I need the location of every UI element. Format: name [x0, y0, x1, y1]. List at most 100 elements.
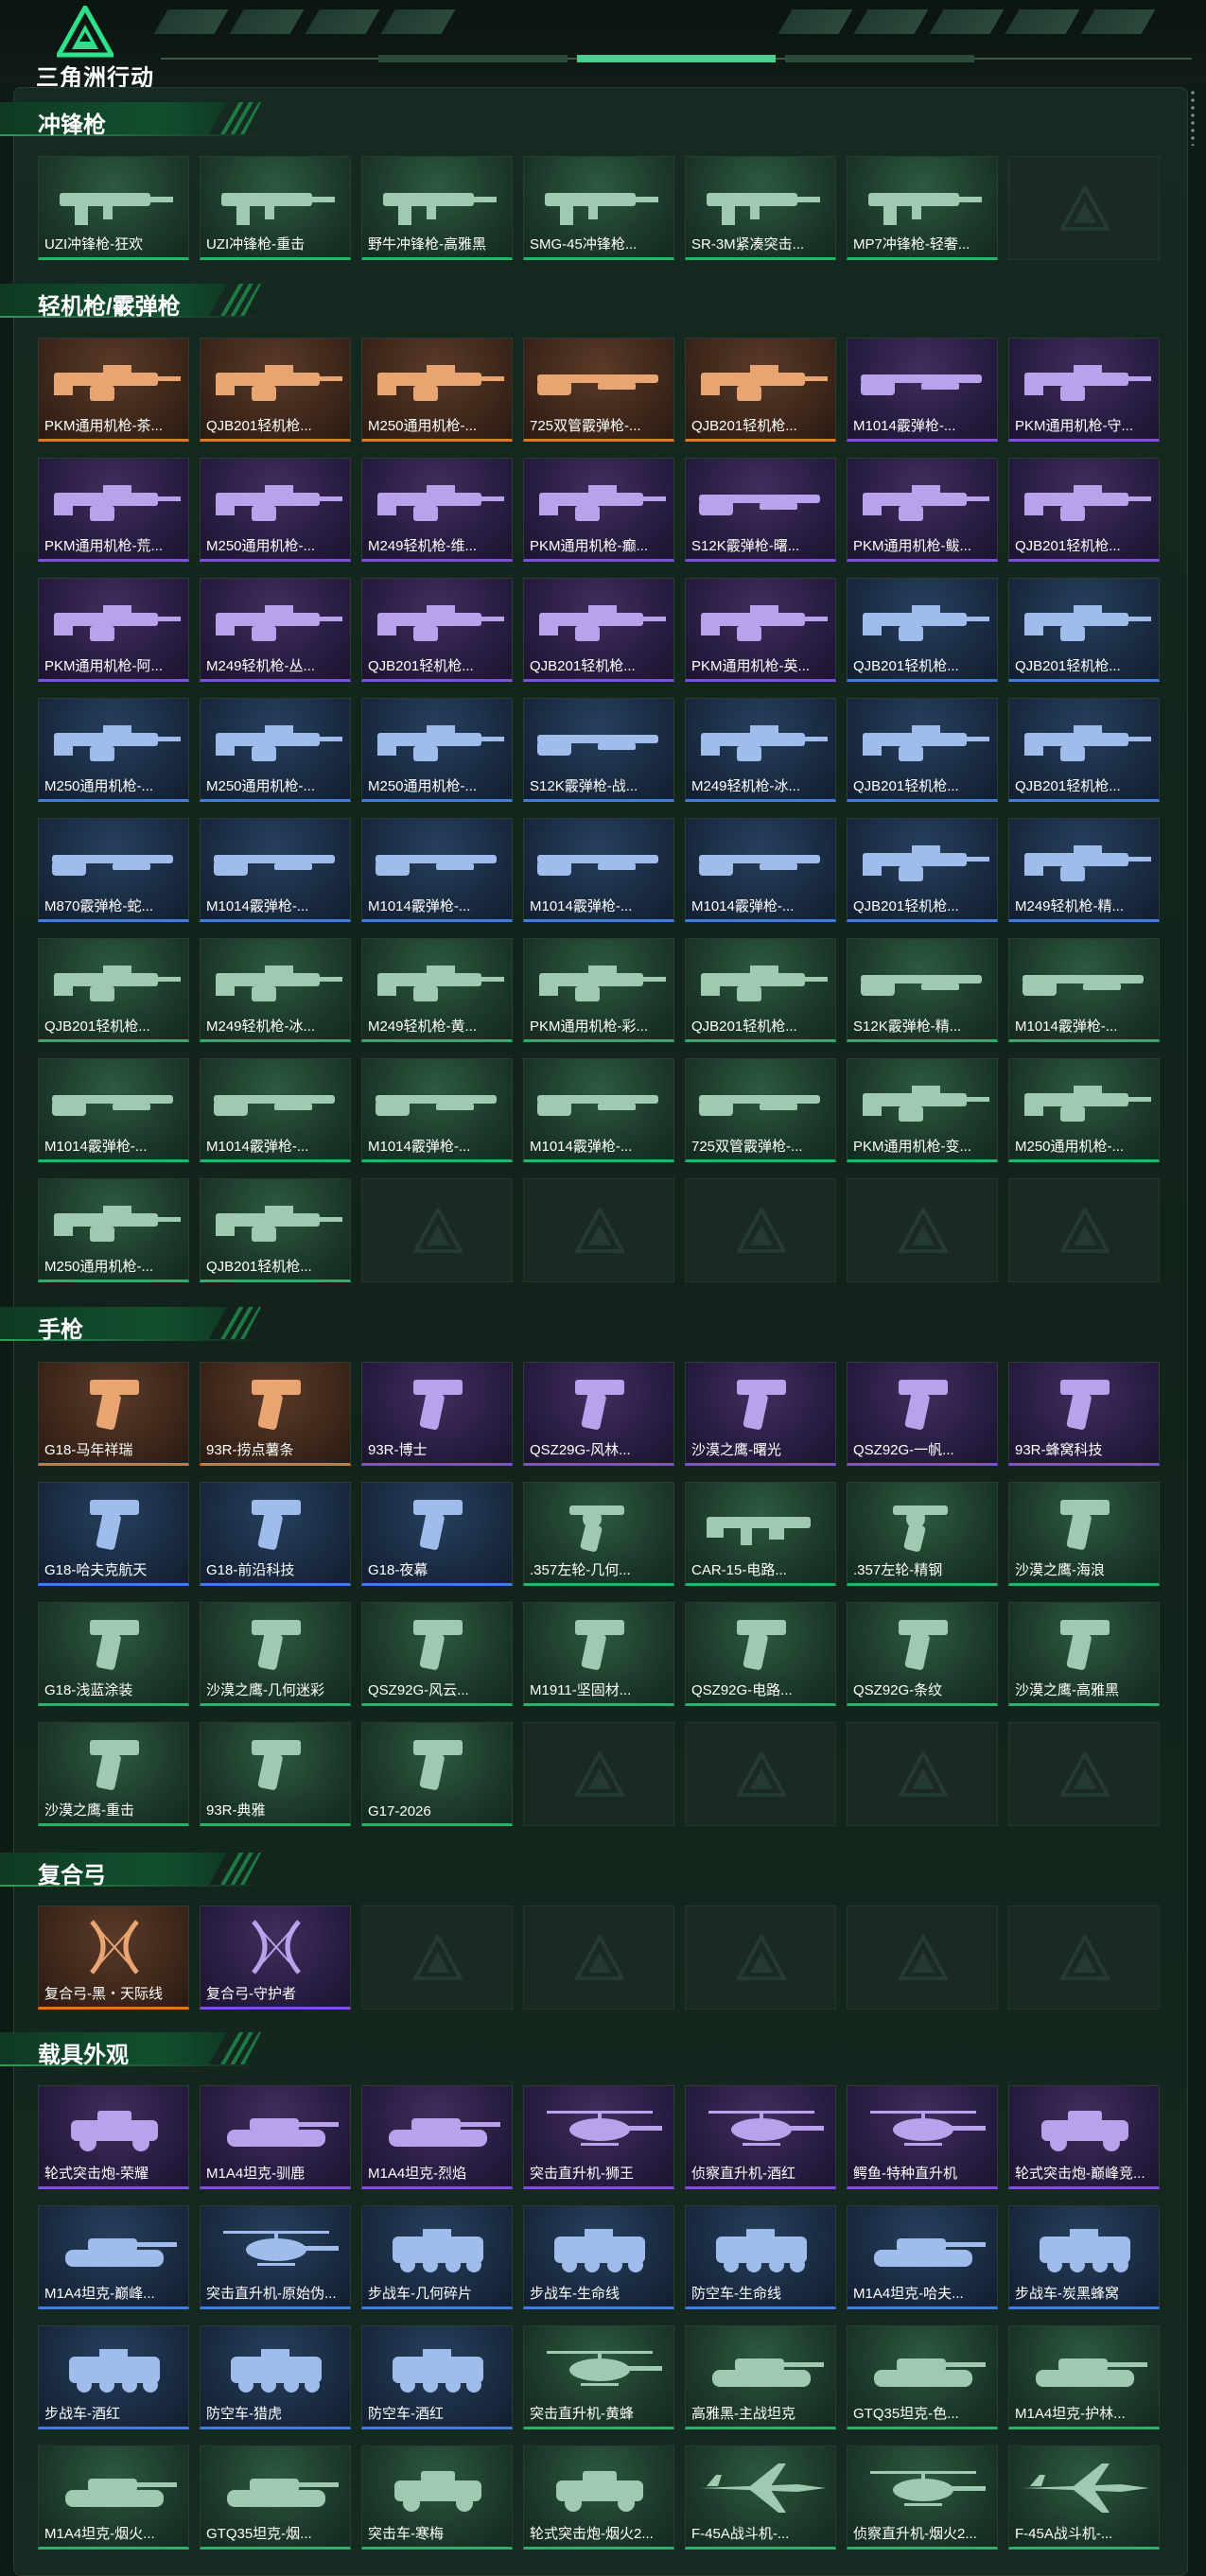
item-tile[interactable]: QSZ29G-风林... [523, 1362, 674, 1466]
item-tile[interactable]: M249轻机枪-精... [1008, 818, 1160, 922]
item-tile[interactable]: QSZ92G-电路... [685, 1602, 836, 1706]
item-tile[interactable]: M250通用机枪-... [200, 458, 351, 562]
item-tile[interactable]: M250通用机枪-... [200, 698, 351, 802]
item-tile[interactable]: 沙漠之鹰-重击 [38, 1722, 189, 1826]
item-tile[interactable]: M1014霰弹枪-... [200, 818, 351, 922]
item-tile[interactable]: M1014霰弹枪-... [361, 818, 513, 922]
item-tile[interactable]: M1A4坦克-驯鹿 [200, 2085, 351, 2189]
item-tile[interactable]: M250通用机枪-... [1008, 1058, 1160, 1162]
item-tile[interactable]: QJB201轻机枪... [1008, 578, 1160, 682]
item-tile[interactable]: M870霰弹枪-蛇... [38, 818, 189, 922]
item-tile[interactable]: 侦察直升机-酒红 [685, 2085, 836, 2189]
item-tile[interactable]: M1A4坦克-巅峰... [38, 2205, 189, 2309]
item-tile[interactable]: 步战车-炭黑蜂窝 [1008, 2205, 1160, 2309]
item-tile[interactable]: 复合弓-守护者 [200, 1906, 351, 2010]
item-tile[interactable]: 高雅黑-主战坦克 [685, 2325, 836, 2429]
item-tile[interactable]: QJB201轻机枪... [1008, 458, 1160, 562]
item-tile[interactable]: 鳄鱼-特种直升机 [847, 2085, 998, 2189]
item-tile[interactable]: UZI冲锋枪-狂欢 [38, 156, 189, 260]
item-tile[interactable]: 轮式突击炮-烟火2... [523, 2445, 674, 2550]
item-tile[interactable]: SR-3M紧凑突击... [685, 156, 836, 260]
item-tile[interactable]: 防空车-生命线 [685, 2205, 836, 2309]
item-tile[interactable]: M250通用机枪-... [361, 338, 513, 442]
item-tile[interactable]: M1A4坦克-烈焰 [361, 2085, 513, 2189]
item-tile[interactable]: UZI冲锋枪-重击 [200, 156, 351, 260]
item-tile[interactable]: QJB201轻机枪... [685, 938, 836, 1042]
item-tile[interactable]: 沙漠之鹰-海浪 [1008, 1482, 1160, 1586]
item-tile[interactable]: M249轻机枪-丛... [200, 578, 351, 682]
item-tile[interactable]: 725双管霰弹枪-... [685, 1058, 836, 1162]
item-tile[interactable]: PKM通用机枪-茶... [38, 338, 189, 442]
item-tile[interactable]: QSZ92G-一帆... [847, 1362, 998, 1466]
item-tile[interactable]: 725双管霰弹枪-... [523, 338, 674, 442]
item-tile[interactable]: 93R-捞点薯条 [200, 1362, 351, 1466]
item-tile[interactable]: M250通用机枪-... [361, 698, 513, 802]
item-tile[interactable]: PKM通用机枪-阿... [38, 578, 189, 682]
item-tile[interactable]: PKM通用机枪-英... [685, 578, 836, 682]
item-tile[interactable]: QJB201轻机枪... [523, 578, 674, 682]
item-tile[interactable]: 沙漠之鹰-高雅黑 [1008, 1602, 1160, 1706]
item-tile[interactable]: 突击直升机-黄蜂 [523, 2325, 674, 2429]
item-tile[interactable]: PKM通用机枪-癫... [523, 458, 674, 562]
item-tile[interactable]: S12K霰弹枪-战... [523, 698, 674, 802]
item-tile[interactable]: M249轻机枪-维... [361, 458, 513, 562]
item-tile[interactable]: PKM通用机枪-鲅... [847, 458, 998, 562]
item-tile[interactable]: M1014霰弹枪-... [200, 1058, 351, 1162]
item-tile[interactable]: S12K霰弹枪-曙... [685, 458, 836, 562]
item-tile[interactable]: M1A4坦克-哈夫... [847, 2205, 998, 2309]
item-tile[interactable]: 步战车-几何碎片 [361, 2205, 513, 2309]
item-tile[interactable]: M1A4坦克-护林... [1008, 2325, 1160, 2429]
item-tile[interactable]: 93R-博士 [361, 1362, 513, 1466]
item-tile[interactable]: G18-夜幕 [361, 1482, 513, 1586]
item-tile[interactable]: QSZ92G-条纹 [847, 1602, 998, 1706]
item-tile[interactable]: QJB201轻机枪... [685, 338, 836, 442]
item-tile[interactable]: 突击直升机-原始伪... [200, 2205, 351, 2309]
item-tile[interactable]: QJB201轻机枪... [38, 938, 189, 1042]
item-tile[interactable]: .357左轮-精钢 [847, 1482, 998, 1586]
item-tile[interactable]: G18-前沿科技 [200, 1482, 351, 1586]
item-tile[interactable]: M1014霰弹枪-... [38, 1058, 189, 1162]
item-tile[interactable]: GTQ35坦克-烟... [200, 2445, 351, 2550]
item-tile[interactable]: M1A4坦克-烟火... [38, 2445, 189, 2550]
item-tile[interactable]: M1014霰弹枪-... [523, 818, 674, 922]
item-tile[interactable]: 野牛冲锋枪-高雅黑 [361, 156, 513, 260]
item-tile[interactable]: 复合弓-黑・天际线 [38, 1906, 189, 2010]
item-tile[interactable]: F-45A战斗机-... [685, 2445, 836, 2550]
item-tile[interactable]: .357左轮-几何... [523, 1482, 674, 1586]
item-tile[interactable]: QJB201轻机枪... [847, 818, 998, 922]
item-tile[interactable]: M250通用机枪-... [38, 1178, 189, 1282]
item-tile[interactable]: 步战车-酒红 [38, 2325, 189, 2429]
item-tile[interactable]: S12K霰弹枪-精... [847, 938, 998, 1042]
item-tile[interactable]: 防空车-酒红 [361, 2325, 513, 2429]
item-tile[interactable]: G18-浅蓝涂装 [38, 1602, 189, 1706]
item-tile[interactable]: QJB201轻机枪... [1008, 698, 1160, 802]
item-tile[interactable]: M249轻机枪-冰... [685, 698, 836, 802]
item-tile[interactable]: 轮式突击炮-荣耀 [38, 2085, 189, 2189]
item-tile[interactable]: 93R-典雅 [200, 1722, 351, 1826]
item-tile[interactable]: QSZ92G-风云... [361, 1602, 513, 1706]
item-tile[interactable]: M250通用机枪-... [38, 698, 189, 802]
item-tile[interactable]: PKM通用机枪-荒... [38, 458, 189, 562]
item-tile[interactable]: M249轻机枪-冰... [200, 938, 351, 1042]
item-tile[interactable]: 沙漠之鹰-曙光 [685, 1362, 836, 1466]
item-tile[interactable]: 突击直升机-狮王 [523, 2085, 674, 2189]
item-tile[interactable]: CAR-15-电路... [685, 1482, 836, 1586]
item-tile[interactable]: PKM通用机枪-变... [847, 1058, 998, 1162]
item-tile[interactable]: 突击车-寒梅 [361, 2445, 513, 2550]
item-tile[interactable]: 防空车-猎虎 [200, 2325, 351, 2429]
item-tile[interactable]: F-45A战斗机-... [1008, 2445, 1160, 2550]
item-tile[interactable]: GTQ35坦克-色... [847, 2325, 998, 2429]
item-tile[interactable]: 步战车-生命线 [523, 2205, 674, 2309]
item-tile[interactable]: 轮式突击炮-巅峰竞... [1008, 2085, 1160, 2189]
item-tile[interactable]: M1014霰弹枪-... [523, 1058, 674, 1162]
item-tile[interactable]: QJB201轻机枪... [847, 578, 998, 682]
item-tile[interactable]: QJB201轻机枪... [200, 338, 351, 442]
item-tile[interactable]: QJB201轻机枪... [847, 698, 998, 802]
item-tile[interactable]: G18-马年祥瑞 [38, 1362, 189, 1466]
item-tile[interactable]: 93R-蜂窝科技 [1008, 1362, 1160, 1466]
scrollbar[interactable] [1191, 89, 1195, 146]
item-tile[interactable]: G18-哈夫克航天 [38, 1482, 189, 1586]
item-tile[interactable]: QJB201轻机枪... [361, 578, 513, 682]
item-tile[interactable]: 侦察直升机-烟火2... [847, 2445, 998, 2550]
item-tile[interactable]: M1014霰弹枪-... [847, 338, 998, 442]
